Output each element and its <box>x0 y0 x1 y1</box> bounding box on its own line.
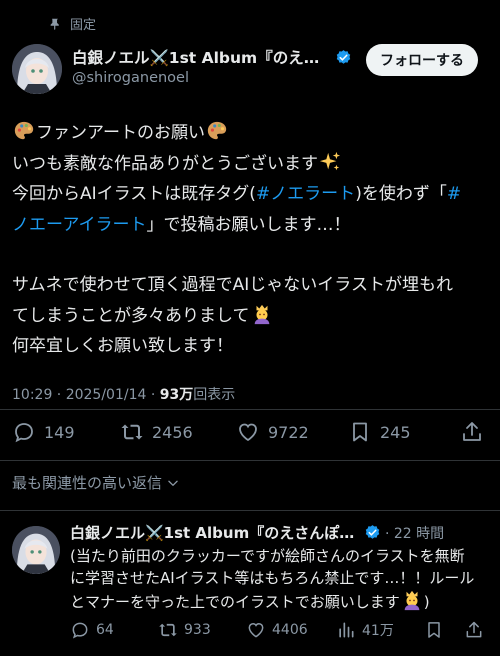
reply-sort-selector[interactable]: 最も関連性の高い返信 <box>12 472 180 493</box>
tweet-line-3a: 今回からAIイラストは既存タグ( <box>12 184 256 204</box>
analytics-icon <box>339 622 354 638</box>
views-label: 回表示 <box>193 387 236 403</box>
hashtag-link[interactable]: #ノエラート <box>256 184 355 204</box>
like-count: 9722 <box>268 422 309 442</box>
bookmark-icon <box>428 622 440 638</box>
heart-icon <box>239 423 257 442</box>
tweet-text: ファンアートのお願い いつも素敵な作品ありがとうございます 今回からAIイラスト… <box>12 118 490 362</box>
share-icon <box>466 621 482 638</box>
reply-line-1: (当たり前田のクラッカーですが絵師さんのイラストを無断 <box>70 547 465 565</box>
tweet-line-2: いつも素敵な作品ありがとうございます <box>12 153 318 174</box>
hashtag-link[interactable]: # <box>447 184 461 204</box>
heart-icon <box>248 622 264 638</box>
retweet-icon <box>121 424 143 440</box>
reply-retweet-button[interactable]: 933 <box>158 620 211 640</box>
reply-sort-label: 最も関連性の高い返信 <box>12 474 163 492</box>
tweet-line-4b: 」で投稿お願いします…！ <box>146 214 351 235</box>
tweet-meta: 10:29 · 2025/01/14 · 93万回表示 <box>12 384 235 404</box>
reply-views-button[interactable]: 41万 <box>336 620 394 640</box>
retweet-count: 2456 <box>152 422 193 442</box>
reply-retweet-count: 933 <box>184 622 211 638</box>
tweet-line-7: 何卒宜しくお願い致します！ <box>12 336 233 356</box>
hashtag-link[interactable]: ノエーアイラート <box>12 215 146 235</box>
reply-avatar[interactable] <box>12 526 60 574</box>
tweet-author[interactable]: 白銀ノエル⚔️1st Album『のえさ… @shiroganenoel <box>72 46 352 86</box>
bookmark-icon <box>353 422 367 442</box>
tweet-line-1: ファンアートのお願い <box>36 123 205 143</box>
reply-line-2: に学習させたAIイラスト等はもちろん禁止です…！！ルール <box>70 569 475 587</box>
divider <box>0 510 500 511</box>
sparkles-emoji-icon <box>319 151 341 173</box>
retweet-button[interactable]: 2456 <box>120 420 193 444</box>
bookmark-button[interactable]: 245 <box>348 420 411 444</box>
tweet-timestamp[interactable]: 10:29 · 2025/01/14 · <box>12 387 160 403</box>
tweet-actions: 149 2456 9722 245 <box>12 420 488 448</box>
chevron-down-icon <box>168 480 178 486</box>
reply-share-button[interactable] <box>464 620 484 640</box>
reply-line-3-end: ) <box>423 593 430 611</box>
reply-like-button[interactable]: 4406 <box>246 620 308 640</box>
reply-text: (当たり前田のクラッカーですが絵師さんのイラストを無断 に学習させたAIイラスト… <box>70 545 490 613</box>
reply-icon <box>72 622 88 639</box>
reply-line-3: とマナーを守った上でのイラストでお願いします <box>70 593 400 611</box>
reply-author-name[interactable]: 白銀ノエル⚔️1st Album『のえさんぽ』… <box>70 522 360 543</box>
reply-bookmark-button[interactable] <box>424 620 444 640</box>
reply-reply-button[interactable]: 64 <box>70 620 114 640</box>
retweet-icon <box>159 623 177 637</box>
divider <box>0 409 500 410</box>
pinned-label: 固定 <box>70 18 97 33</box>
reply-timestamp[interactable]: · 22 時間 <box>385 523 444 543</box>
verified-badge-icon <box>364 524 381 541</box>
reply-reply-count: 64 <box>96 622 114 638</box>
author-handle[interactable]: @shiroganenoel <box>72 70 352 86</box>
pinned-indicator: 固定 <box>48 14 96 33</box>
author-name[interactable]: 白銀ノエル⚔️1st Album『のえさ… <box>72 46 331 68</box>
reply-button[interactable]: 149 <box>12 420 75 444</box>
prince-emoji-icon <box>401 589 423 611</box>
share-icon <box>463 422 481 441</box>
like-button[interactable]: 9722 <box>236 420 309 444</box>
avatar[interactable] <box>12 44 62 94</box>
reply-views-count: 41万 <box>362 623 394 639</box>
pin-icon <box>48 17 62 31</box>
verified-badge-icon <box>335 49 352 66</box>
tweet-line-6: てしまうことが多々ありまして <box>12 305 250 326</box>
reply-like-count: 4406 <box>272 622 308 638</box>
tweet-line-3b: )を使わず「 <box>355 184 447 204</box>
reply-icon <box>15 423 33 443</box>
reply-count: 149 <box>44 422 75 442</box>
reply-actions: 64 933 4406 41万 <box>70 620 490 642</box>
views-count: 93万 <box>159 387 194 403</box>
prince-emoji-icon <box>251 303 273 325</box>
divider <box>0 460 500 461</box>
reply-tweet[interactable]: 白銀ノエル⚔️1st Album『のえさんぽ』… · 22 時間 (当たり前田の… <box>70 522 490 613</box>
follow-button[interactable]: フォローする <box>366 44 478 76</box>
tweet-line-5: サムネで使わせて頂く過程でAIじゃないイラストが埋もれ <box>12 275 453 295</box>
bookmark-count: 245 <box>380 422 411 442</box>
palette-emoji-icon <box>13 120 35 142</box>
share-button[interactable] <box>460 420 484 444</box>
palette-emoji-icon <box>206 120 228 142</box>
